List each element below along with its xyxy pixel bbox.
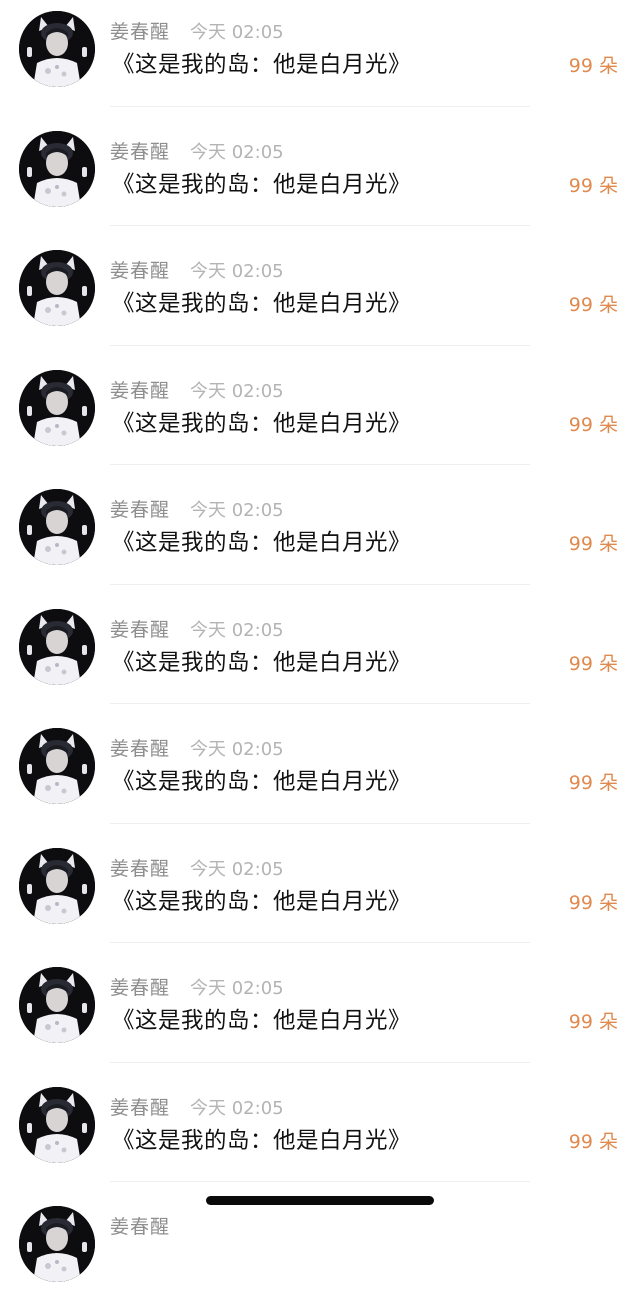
timestamp: 今天 02:05 (190, 380, 284, 402)
list-item[interactable]: 姜春醒 今天 02:05 《这是我的岛：他是白月光》 99 朵 (0, 0, 640, 107)
list-item[interactable]: 姜春醒 今天 02:05 《这是我的岛：他是白月光》 99 朵 (0, 585, 640, 704)
gift-count: 99 朵 (568, 55, 618, 77)
item-title: 《这是我的岛：他是白月光》 (112, 1008, 412, 1034)
avatar-photo-icon (19, 489, 95, 565)
timestamp: 今天 02:05 (190, 141, 284, 163)
avatar[interactable] (19, 728, 95, 804)
timestamp: 今天 02:05 (190, 739, 284, 760)
item-title: 《这是我的岛：他是白月光》 (112, 769, 412, 795)
item-title: 《这是我的岛：他是白月光》 (112, 530, 412, 556)
list-item[interactable]: 姜春醒 今天 02:05 《这是我的岛：他是白月光》 99 朵 (0, 226, 640, 346)
avatar[interactable] (19, 608, 95, 685)
gift-count: 99 朵 (568, 1130, 618, 1153)
gift-count: 99 朵 (568, 294, 618, 316)
timestamp: 今天 02:05 (190, 261, 284, 282)
gift-record-list: 姜春醒 今天 02:05 《这是我的岛：他是白月光》 99 朵 姜春醒 今天 0… (0, 0, 640, 1302)
sender-name: 姜春醒 (110, 260, 171, 282)
avatar[interactable] (19, 250, 95, 326)
avatar[interactable] (19, 967, 95, 1043)
gift-count: 99 朵 (568, 174, 618, 197)
timestamp: 今天 02:05 (190, 978, 284, 999)
timestamp: 今天 02:05 (190, 500, 284, 521)
list-item[interactable]: 姜春醒 今天 02:05 《这是我的岛：他是白月光》 99 朵 (0, 346, 640, 465)
gift-count: 99 朵 (568, 891, 618, 914)
sender-name: 姜春醒 (110, 977, 171, 999)
avatar-photo-icon (19, 608, 95, 685)
avatar[interactable] (19, 847, 95, 924)
list-item[interactable]: 姜春醒 今天 02:05 《这是我的岛：他是白月光》 99 朵 (0, 824, 640, 943)
avatar[interactable] (19, 369, 95, 446)
avatar[interactable] (19, 11, 95, 87)
avatar-photo-icon (19, 250, 95, 326)
gift-count: 99 朵 (568, 652, 618, 675)
sender-name: 姜春醒 (110, 857, 171, 880)
avatar-photo-icon (19, 847, 95, 924)
sender-name: 姜春醒 (110, 1096, 171, 1119)
sender-name: 姜春醒 (110, 738, 171, 760)
list-item[interactable]: 姜春醒 今天 02:05 《这是我的岛：他是白月光》 99 朵 (0, 465, 640, 585)
sender-name: 姜春醒 (110, 499, 171, 521)
sender-name: 姜春醒 (110, 140, 171, 163)
avatar[interactable] (19, 130, 95, 207)
item-title: 《这是我的岛：他是白月光》 (112, 52, 412, 78)
item-title: 《这是我的岛：他是白月光》 (112, 1127, 412, 1154)
item-title: 《这是我的岛：他是白月光》 (112, 888, 412, 915)
item-title: 《这是我的岛：他是白月光》 (112, 649, 412, 676)
timestamp: 今天 02:05 (190, 619, 284, 641)
item-title: 《这是我的岛：他是白月光》 (112, 291, 412, 317)
list-item[interactable]: 姜春醒 今天 02:05 《这是我的岛：他是白月光》 99 朵 (0, 943, 640, 1063)
gift-count: 99 朵 (568, 1011, 618, 1033)
sender-name: 姜春醒 (110, 618, 171, 641)
avatar-photo-icon (19, 11, 95, 87)
avatar-photo-icon (19, 1086, 95, 1163)
item-title: 《这是我的岛：他是白月光》 (112, 410, 412, 437)
sender-name: 姜春醒 (110, 379, 171, 402)
sender-name: 姜春醒 (110, 1216, 171, 1238)
avatar-photo-icon (19, 967, 95, 1043)
timestamp: 今天 02:05 (190, 22, 284, 43)
timestamp: 今天 02:05 (190, 1097, 284, 1119)
item-title: 《这是我的岛：他是白月光》 (112, 171, 412, 198)
avatar-photo-icon (19, 369, 95, 446)
gift-count: 99 朵 (568, 533, 618, 555)
list-item[interactable]: 姜春醒 今天 02:05 《这是我的岛：他是白月光》 99 朵 (0, 1063, 640, 1182)
avatar[interactable] (19, 1206, 95, 1282)
sender-name: 姜春醒 (110, 21, 171, 43)
timestamp: 今天 02:05 (190, 858, 284, 880)
gift-count: 99 朵 (568, 772, 618, 794)
list-item[interactable]: 姜春醒 今天 02:05 《这是我的岛：他是白月光》 99 朵 (0, 107, 640, 226)
home-indicator[interactable] (206, 1196, 434, 1205)
avatar[interactable] (19, 489, 95, 565)
gift-count: 99 朵 (568, 413, 618, 436)
avatar-photo-icon (19, 728, 95, 804)
avatar[interactable] (19, 1086, 95, 1163)
avatar-photo-icon (19, 1206, 95, 1282)
avatar-photo-icon (19, 130, 95, 207)
list-item[interactable]: 姜春醒 今天 02:05 《这是我的岛：他是白月光》 99 朵 (0, 704, 640, 824)
